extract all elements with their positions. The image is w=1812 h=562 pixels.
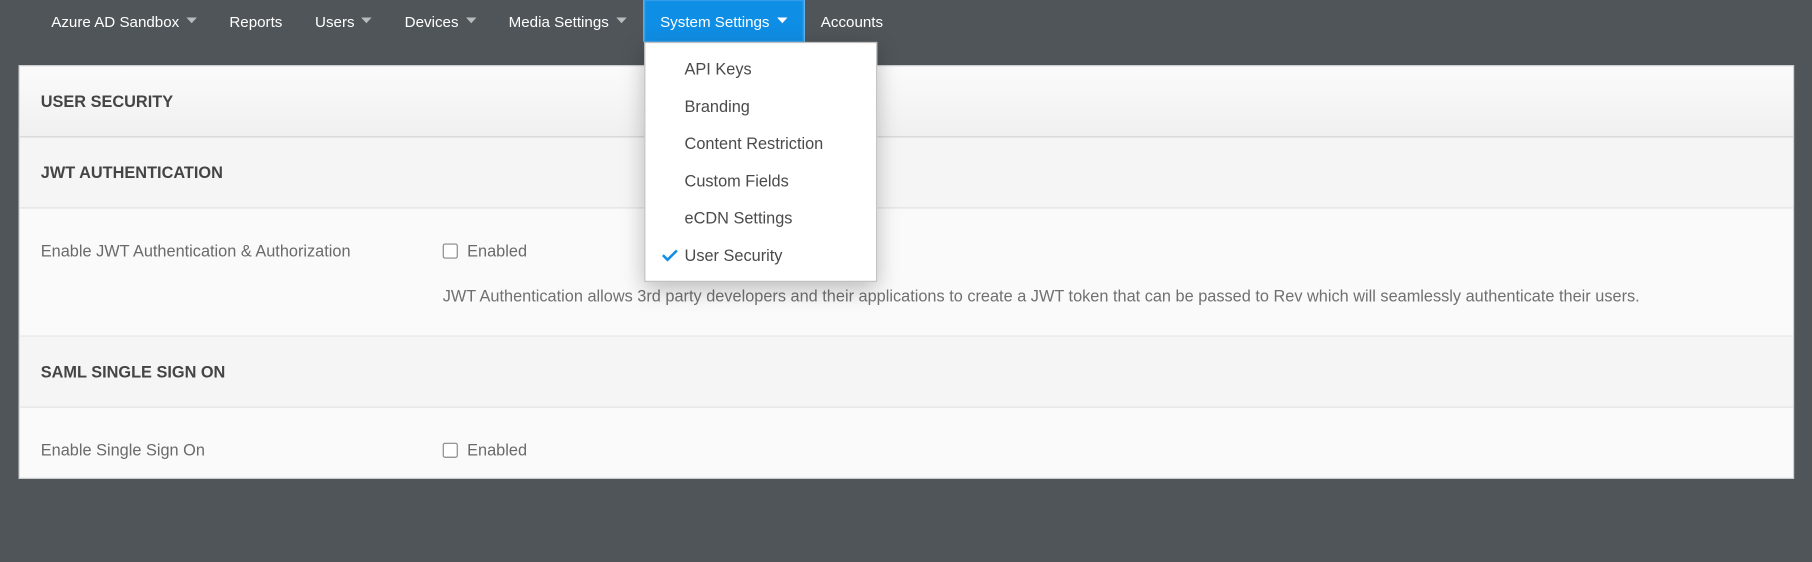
jwt-control: Enabled JWT Authentication allows 3rd pa… (443, 241, 1772, 324)
nav-label: System Settings (660, 12, 769, 29)
chevron-down-icon (466, 17, 476, 24)
page-title: USER SECURITY (20, 66, 1793, 137)
dropdown-item-user-security[interactable]: User Security (645, 236, 876, 273)
dropdown-label: eCDN Settings (685, 209, 793, 228)
nav-label: Accounts (821, 12, 883, 29)
saml-heading: SAML SINGLE SIGN ON (20, 337, 1793, 408)
dropdown-item-ecdn-settings[interactable]: eCDN Settings (645, 199, 876, 236)
nav-label: Users (315, 12, 355, 29)
jwt-heading: JWT AUTHENTICATION (20, 137, 1793, 208)
dropdown-label: Branding (685, 97, 750, 116)
nav-system-settings[interactable]: System Settings API Keys Branding Conten… (643, 0, 805, 42)
dropdown-label: API Keys (685, 59, 752, 78)
jwt-enabled-checkbox[interactable] (443, 243, 458, 258)
settings-panel: USER SECURITY JWT AUTHENTICATION Enable … (19, 65, 1794, 479)
jwt-row: Enable JWT Authentication & Authorizatio… (20, 209, 1793, 337)
page-body: USER SECURITY JWT AUTHENTICATION Enable … (0, 42, 1812, 479)
nav-azure-ad-sandbox[interactable]: Azure AD Sandbox (35, 0, 213, 42)
nav-devices[interactable]: Devices (388, 0, 492, 42)
chevron-down-icon (362, 17, 372, 24)
nav-label: Media Settings (509, 12, 609, 29)
nav-reports[interactable]: Reports (213, 0, 299, 42)
saml-enabled-checkbox[interactable] (443, 442, 458, 457)
nav-accounts[interactable]: Accounts (804, 0, 899, 42)
nav-users[interactable]: Users (299, 0, 389, 42)
jwt-description: JWT Authentication allows 3rd party deve… (443, 285, 1771, 308)
jwt-checkbox-label: Enabled (467, 241, 527, 260)
saml-control: Enabled (443, 440, 1772, 466)
saml-row: Enable Single Sign On Enabled (20, 408, 1793, 478)
chevron-down-icon (186, 17, 196, 24)
nav-media-settings[interactable]: Media Settings (492, 0, 642, 42)
dropdown-item-api-keys[interactable]: API Keys (645, 50, 876, 87)
saml-label: Enable Single Sign On (41, 440, 443, 466)
jwt-label: Enable JWT Authentication & Authorizatio… (41, 241, 443, 324)
dropdown-item-branding[interactable]: Branding (645, 87, 876, 124)
chevron-down-icon (616, 17, 626, 24)
dropdown-label: Content Restriction (685, 134, 824, 153)
dropdown-item-content-restriction[interactable]: Content Restriction (645, 125, 876, 162)
chevron-down-icon (777, 17, 787, 24)
saml-checkbox-label: Enabled (467, 440, 527, 459)
nav-label: Azure AD Sandbox (51, 12, 179, 29)
nav-label: Reports (229, 12, 282, 29)
nav-label: Devices (405, 12, 459, 29)
system-settings-dropdown: API Keys Branding Content Restriction Cu… (644, 42, 877, 282)
top-nav: Azure AD Sandbox Reports Users Devices M… (0, 0, 1812, 42)
dropdown-item-custom-fields[interactable]: Custom Fields (645, 162, 876, 199)
dropdown-label: Custom Fields (685, 171, 789, 190)
dropdown-label: User Security (685, 246, 783, 265)
check-icon (661, 249, 684, 262)
